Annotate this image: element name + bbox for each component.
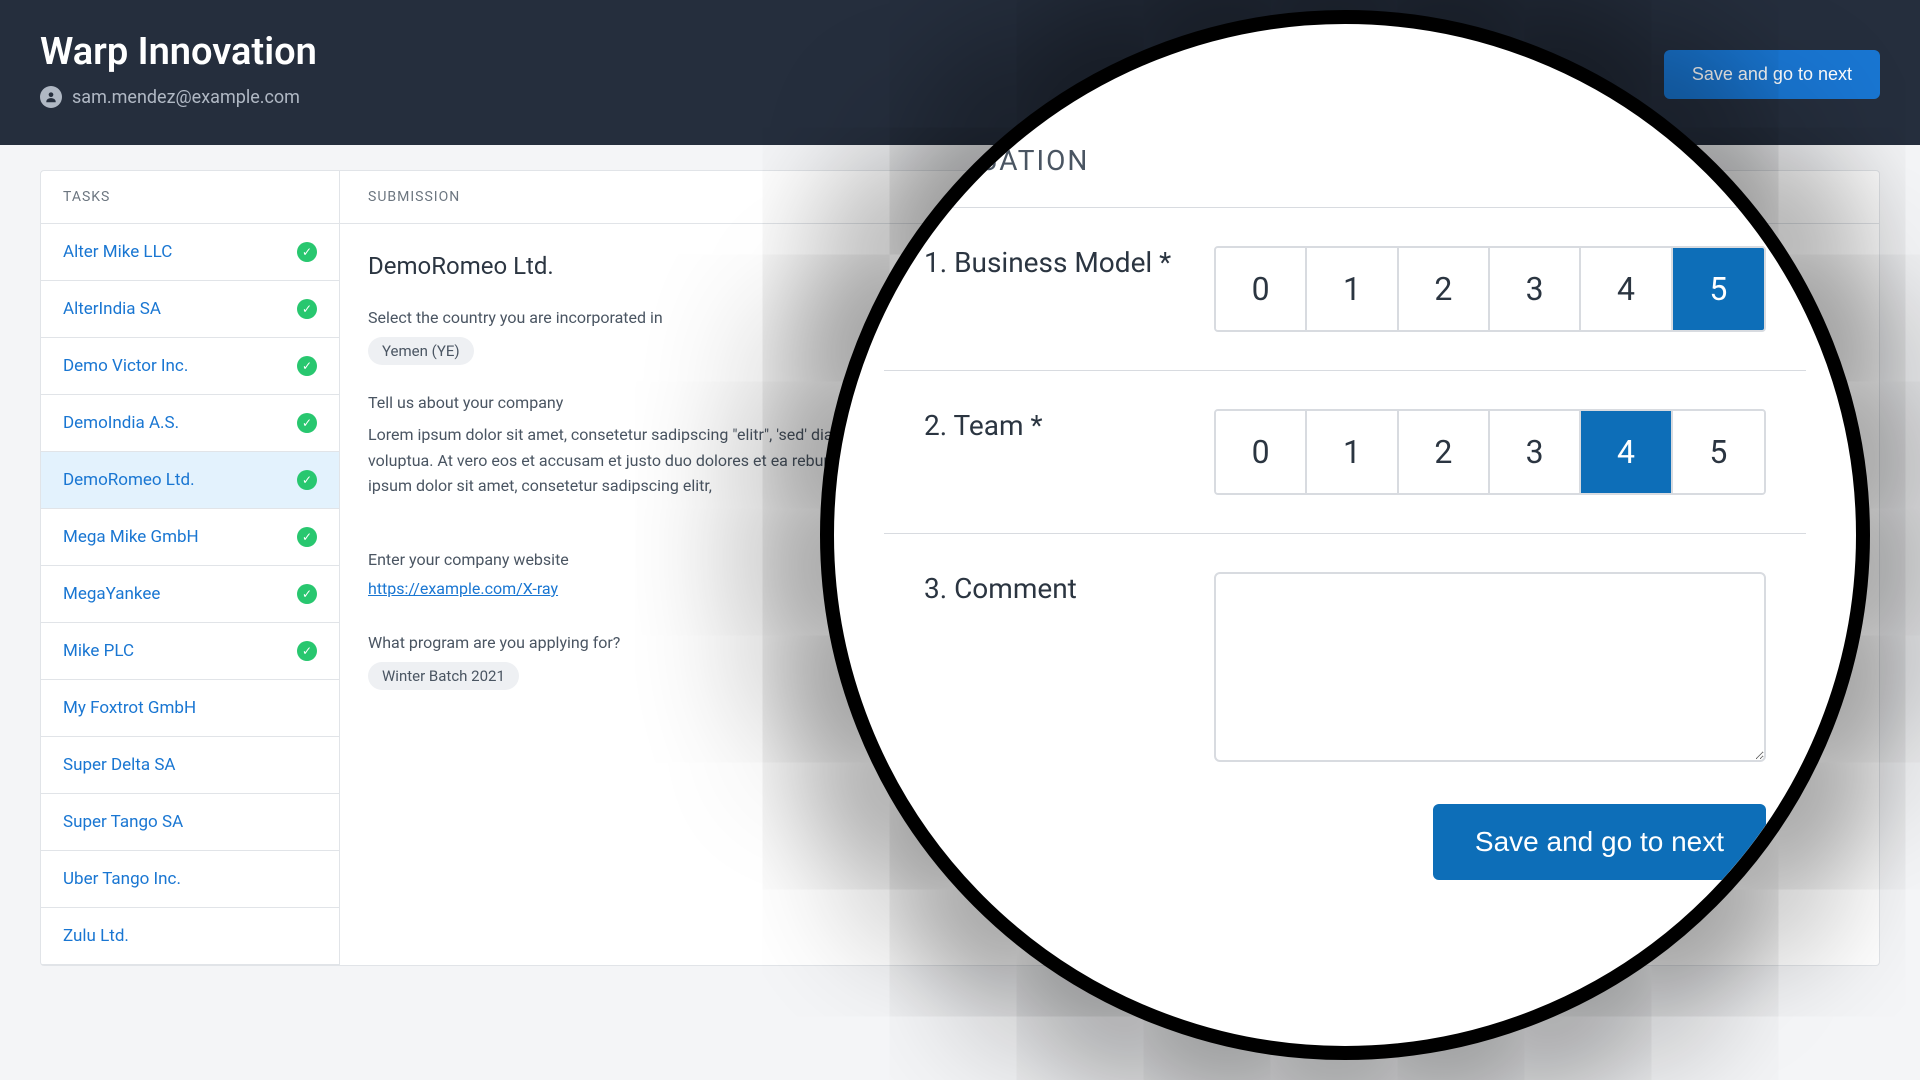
task-name: DemoIndia A.S. bbox=[63, 413, 179, 433]
task-item[interactable]: DemoRomeo Ltd. ✓ bbox=[41, 452, 339, 509]
score-cell-2[interactable]: 2 bbox=[1399, 411, 1490, 493]
save-button[interactable]: Save and go to next bbox=[1664, 50, 1880, 99]
country-value: Yemen (YE) bbox=[368, 337, 474, 365]
task-name: My Foxtrot GmbH bbox=[63, 698, 196, 718]
task-name: Super Delta SA bbox=[63, 755, 176, 775]
eval-q2-label: 2. Team * bbox=[924, 409, 1184, 442]
check-icon: ✓ bbox=[297, 527, 317, 547]
score-cell-5[interactable]: 5 bbox=[1673, 411, 1764, 493]
header-left: Warp Innovation sam.mendez@example.com bbox=[40, 30, 317, 108]
task-item[interactable]: Mega Mike GmbH ✓ bbox=[41, 509, 339, 566]
score-cell-1[interactable]: 1 bbox=[1307, 248, 1398, 330]
task-name: DemoRomeo Ltd. bbox=[63, 470, 195, 490]
task-name: Uber Tango Inc. bbox=[63, 869, 181, 889]
check-icon: ✓ bbox=[297, 299, 317, 319]
eval-q3-label: 3. Comment bbox=[924, 572, 1184, 605]
score-group-q1: 012345 bbox=[1214, 246, 1766, 332]
user-email: sam.mendez@example.com bbox=[72, 87, 300, 108]
check-icon: ✓ bbox=[297, 641, 317, 661]
task-item[interactable]: AlterIndia SA ✓ bbox=[41, 281, 339, 338]
sidebar-header: TASKS bbox=[41, 171, 339, 224]
evaluation-header: VALUATION bbox=[884, 144, 1806, 208]
user-icon bbox=[40, 86, 62, 108]
score-cell-0[interactable]: 0 bbox=[1216, 248, 1307, 330]
task-name: Mike PLC bbox=[63, 641, 134, 661]
task-name: AlterIndia SA bbox=[63, 299, 161, 319]
eval-row-business-model: 1. Business Model * 012345 bbox=[884, 208, 1806, 371]
score-cell-4[interactable]: 4 bbox=[1581, 248, 1672, 330]
program-value: Winter Batch 2021 bbox=[368, 662, 519, 690]
check-icon: ✓ bbox=[297, 470, 317, 490]
task-item[interactable]: MegaYankee ✓ bbox=[41, 566, 339, 623]
eval-row-team: 2. Team * 012345 bbox=[884, 371, 1806, 534]
check-icon: ✓ bbox=[297, 413, 317, 433]
tasks-sidebar: TASKS Alter Mike LLC✓AlterIndia SA✓Demo … bbox=[40, 170, 340, 966]
comment-input[interactable] bbox=[1214, 572, 1766, 762]
magnified-evaluation-lens: VALUATION 1. Business Model * 012345 2. … bbox=[820, 10, 1870, 1060]
task-item[interactable]: Mike PLC ✓ bbox=[41, 623, 339, 680]
score-cell-5[interactable]: 5 bbox=[1673, 248, 1764, 330]
task-list: Alter Mike LLC✓AlterIndia SA✓Demo Victor… bbox=[41, 224, 339, 965]
task-name: Super Tango SA bbox=[63, 812, 183, 832]
score-cell-4[interactable]: 4 bbox=[1581, 411, 1672, 493]
task-item[interactable]: Demo Victor Inc. ✓ bbox=[41, 338, 339, 395]
score-cell-0[interactable]: 0 bbox=[1216, 411, 1307, 493]
score-group-q2: 012345 bbox=[1214, 409, 1766, 495]
check-icon: ✓ bbox=[297, 242, 317, 262]
task-item[interactable]: Alter Mike LLC ✓ bbox=[41, 224, 339, 281]
user-row: sam.mendez@example.com bbox=[40, 86, 317, 108]
app-title: Warp Innovation bbox=[40, 30, 317, 74]
score-cell-2[interactable]: 2 bbox=[1399, 248, 1490, 330]
task-item[interactable]: Uber Tango Inc. bbox=[41, 851, 339, 908]
task-name: Zulu Ltd. bbox=[63, 926, 129, 946]
task-name: Alter Mike LLC bbox=[63, 242, 172, 262]
score-cell-3[interactable]: 3 bbox=[1490, 411, 1581, 493]
check-icon: ✓ bbox=[297, 356, 317, 376]
task-name: MegaYankee bbox=[63, 584, 160, 604]
eval-row-comment: 3. Comment bbox=[884, 534, 1806, 800]
task-item[interactable]: Super Tango SA bbox=[41, 794, 339, 851]
website-link[interactable]: https://example.com/X-ray bbox=[368, 579, 558, 598]
task-name: Demo Victor Inc. bbox=[63, 356, 188, 376]
task-item[interactable]: Super Delta SA bbox=[41, 737, 339, 794]
eval-q1-label: 1. Business Model * bbox=[924, 246, 1184, 279]
evaluation-save-button[interactable]: Save and go to next bbox=[1433, 804, 1766, 880]
task-name: Mega Mike GmbH bbox=[63, 527, 199, 547]
task-item[interactable]: Zulu Ltd. bbox=[41, 908, 339, 965]
check-icon: ✓ bbox=[297, 584, 317, 604]
task-item[interactable]: My Foxtrot GmbH bbox=[41, 680, 339, 737]
score-cell-1[interactable]: 1 bbox=[1307, 411, 1398, 493]
score-cell-3[interactable]: 3 bbox=[1490, 248, 1581, 330]
task-item[interactable]: DemoIndia A.S. ✓ bbox=[41, 395, 339, 452]
